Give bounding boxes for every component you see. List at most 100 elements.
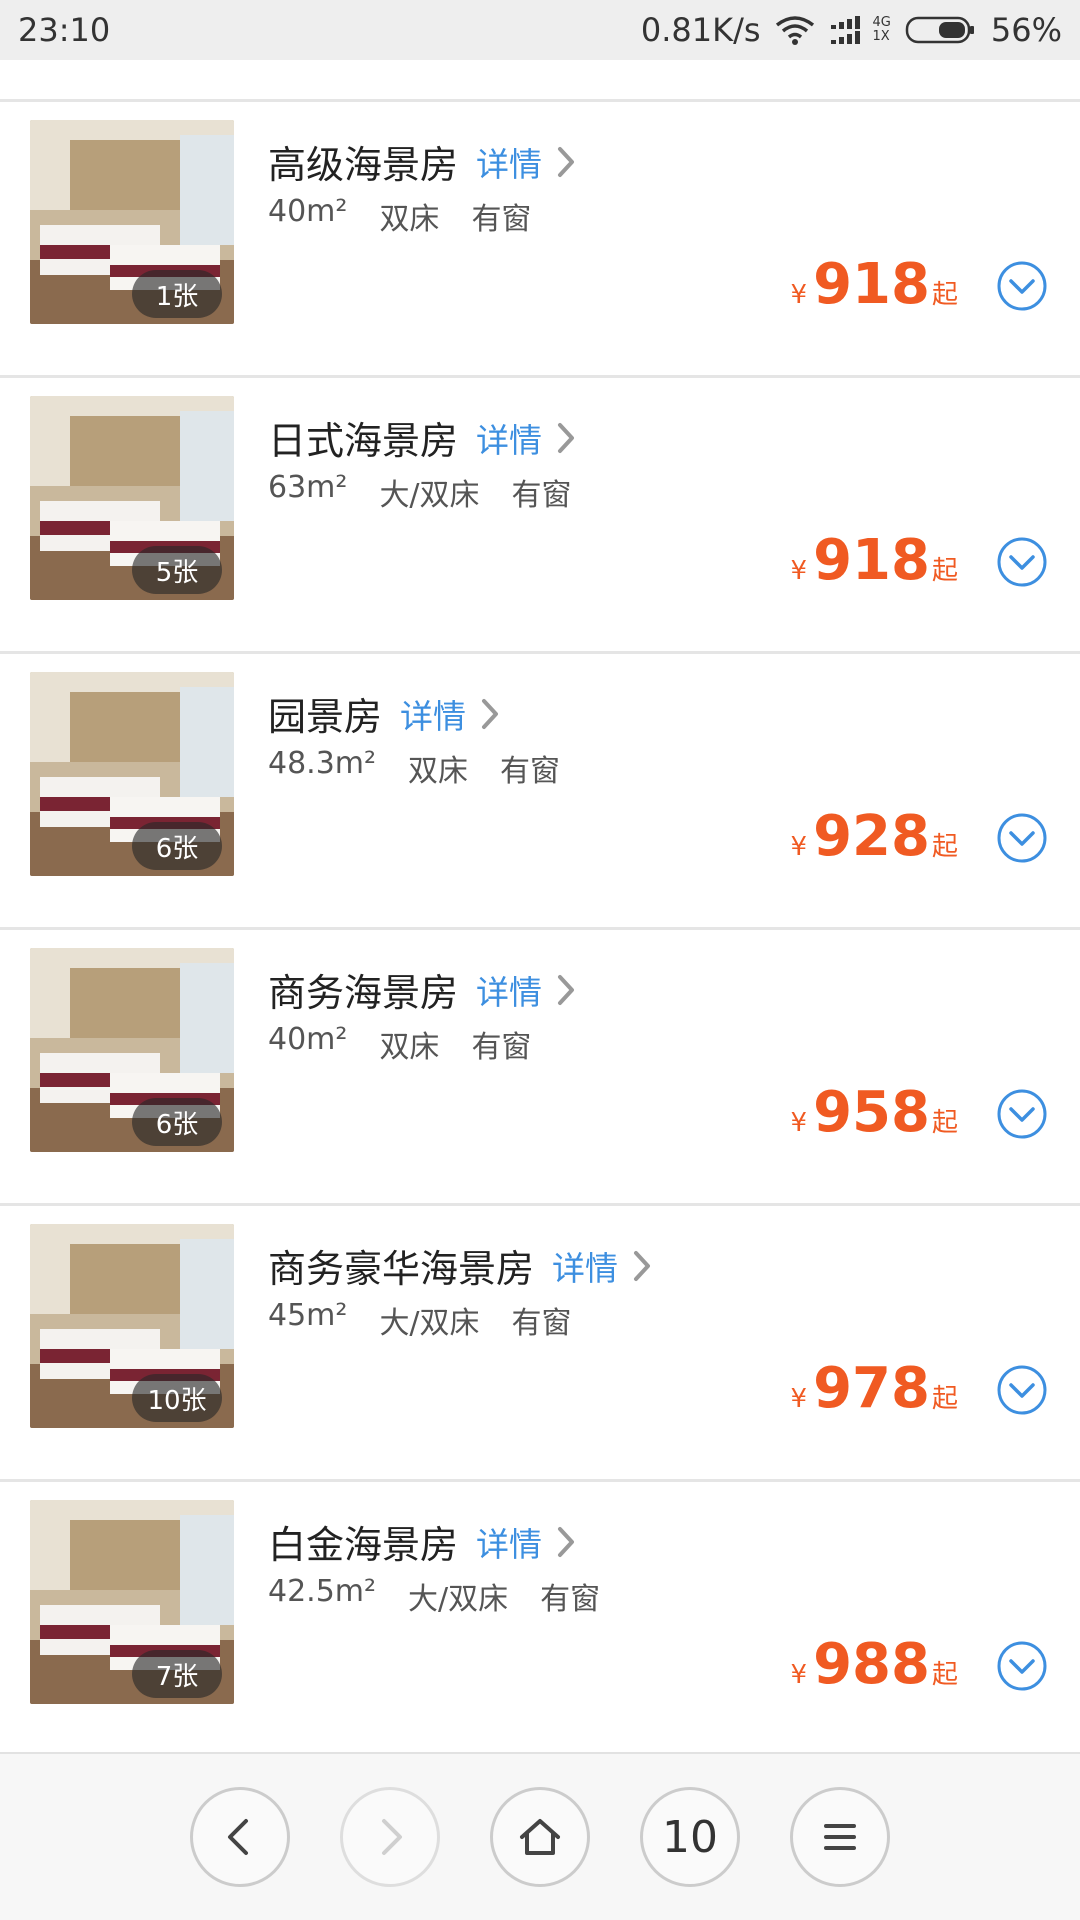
menu-icon [824, 1824, 856, 1850]
expand-chevron-icon[interactable] [996, 1088, 1048, 1140]
room-window: 有窗 [511, 478, 572, 513]
room-thumbnail[interactable]: 6张 [30, 948, 234, 1152]
room-name: 商务海景房 [268, 971, 459, 1015]
chevron-right-icon [482, 698, 499, 729]
room-item[interactable]: 6张 园景房 详情 48.3m² 双床 有窗 ¥ 928 起 [0, 654, 1080, 930]
room-thumbnail[interactable]: 1张 [30, 120, 234, 324]
room-price: ¥ 978 起 [791, 1356, 958, 1421]
room-attributes: 63m² 大/双床 有窗 [268, 470, 572, 514]
chevron-right-icon [558, 146, 575, 177]
price-currency: ¥ [790, 556, 808, 586]
room-window: 有窗 [471, 1030, 532, 1065]
room-area: 48.3m² [268, 746, 377, 781]
price-value: 918 [813, 528, 930, 593]
room-area: 42.5m² [268, 1574, 377, 1609]
detail-link[interactable]: 详情 [400, 690, 502, 738]
photo-count-badge: 5张 [132, 546, 222, 594]
expand-chevron-icon[interactable] [996, 812, 1048, 864]
expand-chevron-icon[interactable] [996, 260, 1048, 312]
room-area: 63m² [268, 470, 348, 505]
price-currency: ¥ [790, 1384, 808, 1414]
chevron-right-icon [634, 1250, 651, 1281]
expand-chevron-icon[interactable] [996, 536, 1048, 588]
photo-count-badge: 7张 [132, 1650, 222, 1698]
room-bed: 双床 [379, 1030, 440, 1065]
detail-label: 详情 [400, 696, 467, 736]
room-window: 有窗 [511, 1306, 572, 1341]
home-button[interactable] [490, 1787, 590, 1887]
room-thumbnail[interactable]: 5张 [30, 396, 234, 600]
tab-count: 10 [662, 1811, 718, 1863]
detail-link[interactable]: 详情 [476, 414, 578, 462]
network-type-top: 4G [872, 15, 891, 30]
price-currency: ¥ [790, 832, 808, 862]
room-title-row: 园景房 详情 [268, 686, 502, 741]
detail-label: 详情 [476, 1524, 543, 1564]
room-name: 白金海景房 [268, 1523, 459, 1567]
room-item[interactable]: 10张 商务豪华海景房 详情 45m² 大/双床 有窗 ¥ 978 起 [0, 1206, 1080, 1482]
price-value: 988 [813, 1632, 930, 1697]
room-title-row: 日式海景房 详情 [268, 410, 578, 465]
status-time: 23:10 [18, 11, 111, 49]
room-thumbnail[interactable]: 6张 [30, 672, 234, 876]
back-button[interactable] [190, 1787, 290, 1887]
room-thumbnail[interactable]: 10张 [30, 1224, 234, 1428]
room-title-row: 高级海景房 详情 [268, 134, 578, 189]
price-value: 928 [813, 804, 930, 869]
forward-icon [382, 1819, 402, 1855]
price-value: 978 [813, 1356, 930, 1421]
detail-link[interactable]: 详情 [552, 1242, 654, 1290]
chevron-right-icon [558, 974, 575, 1005]
expand-chevron-icon[interactable] [996, 1364, 1048, 1416]
photo-count-badge: 1张 [132, 270, 222, 318]
room-bed: 双床 [408, 754, 469, 789]
room-item[interactable]: 7张 白金海景房 详情 42.5m² 大/双床 有窗 ¥ 988 起 [0, 1482, 1080, 1758]
room-item[interactable]: 1张 高级海景房 详情 40m² 双床 有窗 ¥ 918 起 [0, 102, 1080, 378]
detail-link[interactable]: 详情 [476, 966, 578, 1014]
battery-icon [905, 16, 974, 44]
detail-label: 详情 [476, 972, 543, 1012]
price-suffix: 起 [931, 556, 958, 586]
back-icon [228, 1819, 248, 1855]
room-name: 高级海景房 [268, 143, 459, 187]
wifi-icon [775, 16, 814, 45]
room-name: 日式海景房 [268, 419, 459, 463]
photo-count-badge: 6张 [132, 1098, 222, 1146]
room-price: ¥ 958 起 [791, 1080, 958, 1145]
price-value: 958 [813, 1080, 930, 1145]
room-item[interactable]: 5张 日式海景房 详情 63m² 大/双床 有窗 ¥ 918 起 [0, 378, 1080, 654]
price-suffix: 起 [931, 280, 958, 310]
detail-link[interactable]: 详情 [476, 138, 578, 186]
price-suffix: 起 [931, 832, 958, 862]
price-value: 918 [813, 252, 930, 317]
room-attributes: 40m² 双床 有窗 [268, 194, 531, 238]
home-icon [520, 1819, 560, 1855]
status-bar: 23:10 0.81K/s 4G 1X 56% [0, 0, 1080, 60]
room-window: 有窗 [471, 202, 532, 237]
room-attributes: 45m² 大/双床 有窗 [268, 1298, 572, 1342]
chevron-right-icon [558, 422, 575, 453]
room-item[interactable]: 6张 商务海景房 详情 40m² 双床 有窗 ¥ 958 起 [0, 930, 1080, 1206]
room-name: 园景房 [268, 695, 383, 739]
room-title-row: 商务豪华海景房 详情 [268, 1238, 654, 1293]
battery-percent: 56% [990, 11, 1062, 49]
expand-chevron-icon[interactable] [996, 1640, 1048, 1692]
price-currency: ¥ [790, 280, 808, 310]
room-name: 商务豪华海景房 [268, 1247, 535, 1291]
list-top-spacer [0, 60, 1080, 102]
room-thumbnail[interactable]: 7张 [30, 1500, 234, 1704]
detail-label: 详情 [476, 144, 543, 184]
price-currency: ¥ [790, 1660, 808, 1690]
browser-bottom-nav: 10 [0, 1752, 1080, 1920]
room-price: ¥ 928 起 [791, 804, 958, 869]
room-title-row: 白金海景房 详情 [268, 1514, 578, 1569]
forward-button[interactable] [340, 1787, 440, 1887]
room-bed: 大/双床 [408, 1582, 509, 1617]
menu-button[interactable] [790, 1787, 890, 1887]
price-suffix: 起 [931, 1660, 958, 1690]
detail-link[interactable]: 详情 [476, 1518, 578, 1566]
tabs-button[interactable]: 10 [640, 1787, 740, 1887]
signal-group: 4G 1X [829, 15, 891, 45]
room-price: ¥ 918 起 [791, 252, 958, 317]
detail-label: 详情 [552, 1248, 619, 1288]
